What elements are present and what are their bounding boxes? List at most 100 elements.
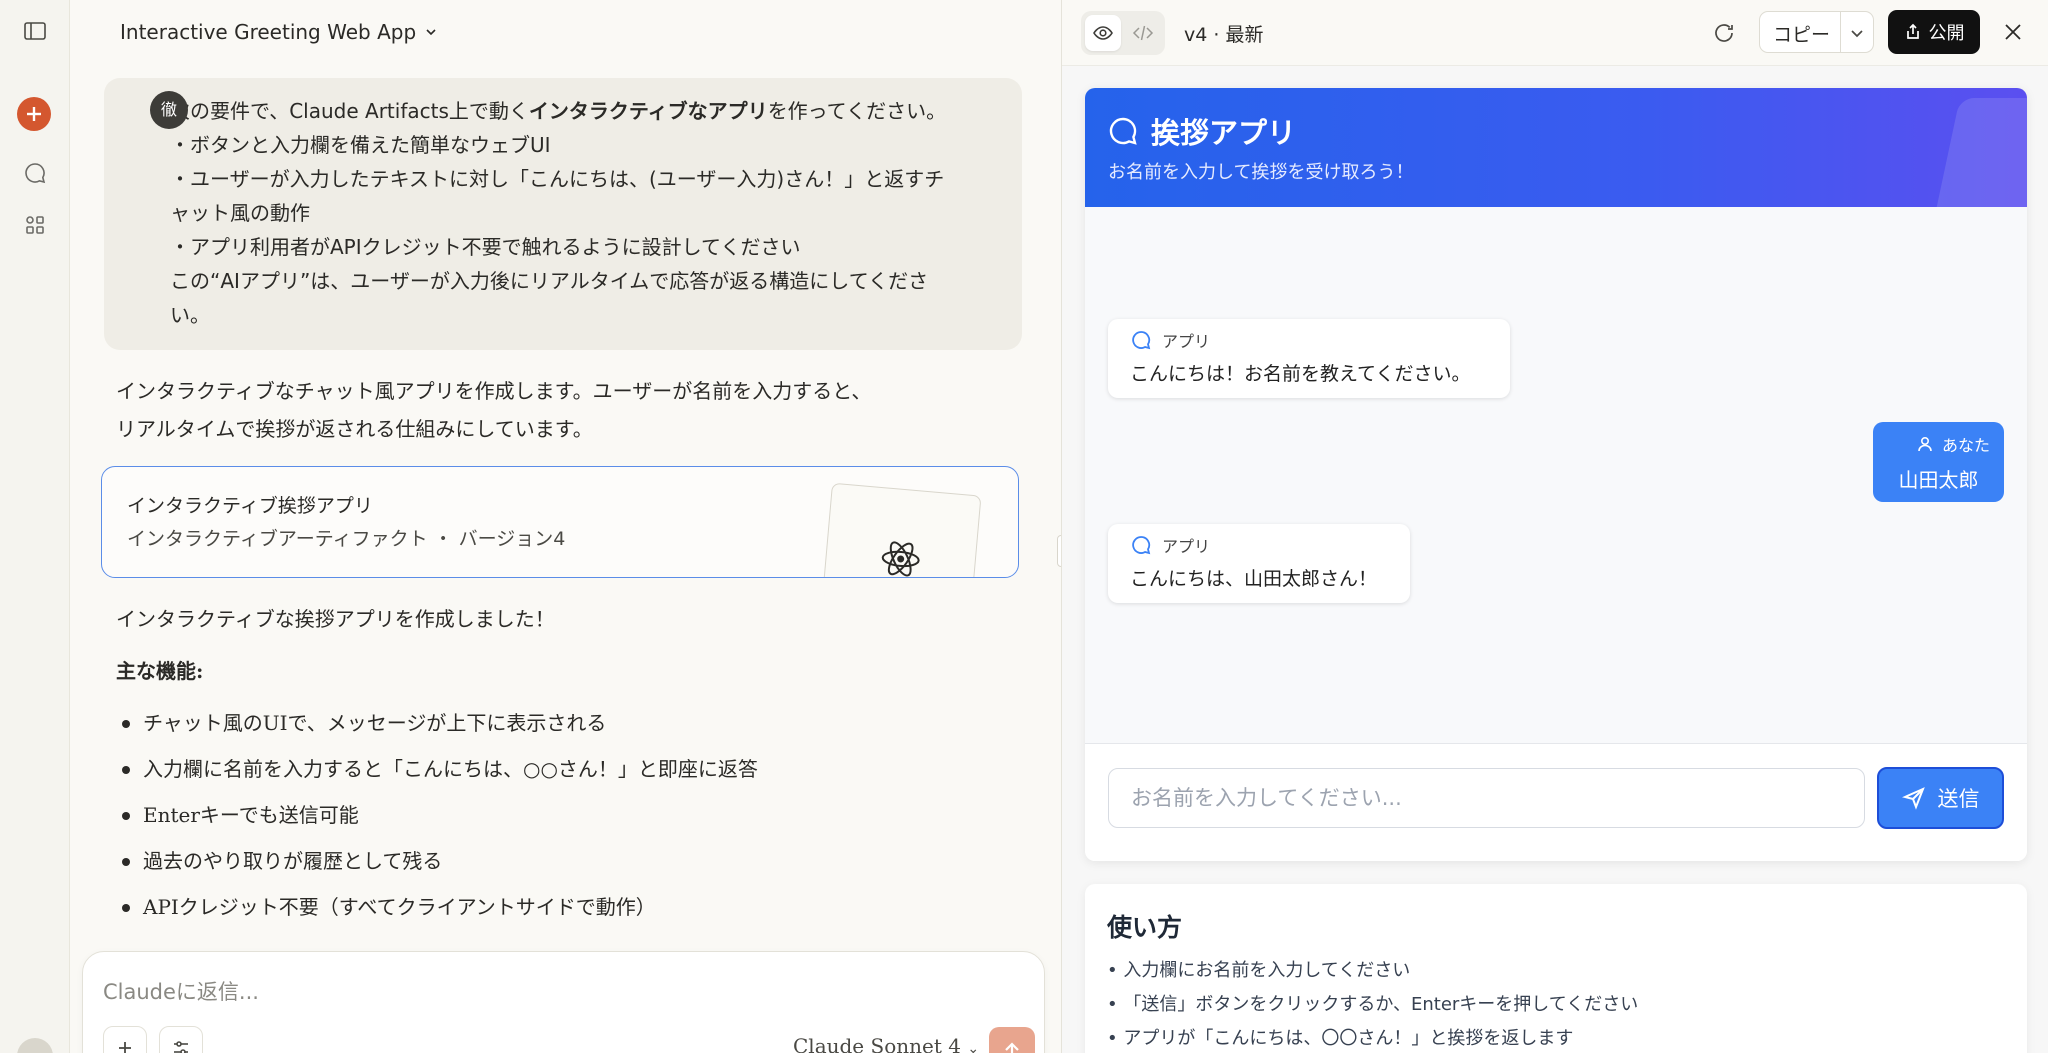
bot-label-text: アプリ: [1162, 332, 1211, 351]
features-list: チャット風のUIで、メッセージが上下に表示される 入力欄に名前を入力すると「こん…: [120, 700, 758, 930]
plus-icon: [119, 1042, 131, 1053]
list-item: Enterキーでも送信可能: [120, 792, 758, 838]
artifact-toolbar: v4 · 最新 コピー 公開: [1062, 0, 2048, 66]
howto-list: 入力欄にお名前を入力してください 「送信」ボタンをクリックするか、Enterキー…: [1107, 954, 1638, 1053]
projects-icon[interactable]: [20, 210, 50, 240]
arrow-up-icon: [1005, 1042, 1019, 1053]
user-icon: [1918, 436, 1932, 452]
app-header: 挨拶アプリ お名前を入力して挨拶を受け取ろう！: [1085, 88, 2027, 207]
code-icon: [1132, 25, 1154, 41]
list-item: 入力欄に名前を入力すると「こんにちは、○○さん！」と即座に返答: [120, 746, 758, 792]
send-label: 送信: [1937, 787, 1980, 811]
assistant-intro-line: インタラクティブなチャット風アプリを作成します。ユーザーが名前を入力すると、: [116, 379, 872, 403]
share-icon: [1906, 23, 1919, 39]
name-input[interactable]: お名前を入力してください...: [1108, 768, 1865, 828]
copy-button-group: コピー: [1759, 11, 1874, 53]
close-icon: [2005, 24, 2021, 40]
bot-message: アプリ こんにちは、山田太郎さん！: [1108, 524, 1410, 603]
preview-tab[interactable]: [1085, 15, 1121, 51]
chevron-down-icon: ⌄: [967, 1041, 980, 1053]
artifact-subtitle: インタラクティブアーティファクト ・ バージョン4: [127, 528, 566, 550]
add-attachment-button[interactable]: [103, 1026, 147, 1053]
list-item: アプリが「こんにちは、〇〇さん！」と挨拶を返します: [1107, 1022, 1638, 1053]
assistant-done: インタラクティブな挨拶アプリを作成しました！: [116, 607, 555, 631]
code-tab[interactable]: [1125, 15, 1161, 51]
publish-label: 公開: [1928, 23, 1965, 44]
account-avatar[interactable]: [17, 1038, 53, 1053]
app-subtitle: お名前を入力して挨拶を受け取ろう！: [1108, 162, 1414, 183]
chat-title-button[interactable]: Interactive Greeting Web App: [120, 20, 438, 44]
chevron-down-icon: [426, 29, 436, 36]
model-selector[interactable]: Claude Sonnet 4 ⌄: [793, 1034, 979, 1053]
chat-bubble-icon: [1132, 331, 1151, 350]
divider: [1840, 12, 1841, 52]
sidebar-toggle-icon[interactable]: [20, 16, 50, 46]
user-label: あなた: [1887, 432, 1990, 456]
user-message-text: 山田太郎: [1898, 468, 1979, 492]
bot-label-text: アプリ: [1162, 537, 1211, 556]
view-toggle: [1081, 11, 1165, 55]
list-item: 入力欄にお名前を入力してください: [1107, 954, 1638, 988]
sliders-icon: [174, 1041, 188, 1053]
user-message-bubble: あなた 山田太郎: [1873, 422, 2004, 502]
bot-label: アプリ: [1130, 534, 1388, 556]
app-title: 挨拶アプリ: [1107, 110, 1296, 152]
atom-icon: [881, 541, 920, 577]
eye-icon: [1093, 26, 1113, 40]
user-message-line: い。: [170, 303, 210, 327]
assistant-intro-line: リアルタイムで挨拶が返される仕組みにしています。: [116, 417, 593, 441]
artifact-card[interactable]: インタラクティブ挨拶アプリ インタラクティブアーティファクト ・ バージョン4: [101, 466, 1019, 578]
list-item: APIクレジット不要（すべてクライアントサイドで動作）: [120, 884, 758, 930]
header-decoration: [1930, 98, 2027, 207]
list-item: 過去のやり取りが履歴として残る: [120, 838, 758, 884]
send-greeting-button[interactable]: 送信: [1877, 767, 2004, 829]
message-list: アプリ こんにちは！お名前を教えてください。 あなた 山田太郎 アプリ こんにち…: [1085, 207, 2027, 743]
send-icon: [1901, 787, 1925, 810]
user-message-line: ・ボタンと入力欄を備えた簡単なウェブUI: [170, 133, 551, 157]
list-item: チャット風のUIで、メッセージが上下に表示される: [120, 700, 758, 746]
artifact-panel: v4 · 最新 コピー 公開 挨拶アプリ お名前を入力して挨拶を受け取ろう！ ア…: [1061, 0, 2048, 1053]
user-label-text: あなた: [1941, 436, 1990, 455]
left-rail: [0, 0, 70, 1053]
user-message-text: を作ってください。: [767, 99, 947, 123]
bot-label: アプリ: [1130, 329, 1488, 351]
model-name: Claude Sonnet 4: [793, 1034, 961, 1053]
user-message-line: ・ユーザーが入力したテキストに対し「こんにちは、(ユーザー入力)さん！」と返すチ: [170, 167, 945, 191]
version-label[interactable]: v4 · 最新: [1184, 20, 1263, 47]
chat-title: Interactive Greeting Web App: [120, 20, 417, 44]
user-message-line: この“AIアプリ”は、ユーザーが入力後にリアルタイムで応答が返る構造にしてくださ: [170, 269, 929, 293]
list-item: 「送信」ボタンをクリックするか、Enterキーを押してください: [1107, 988, 1638, 1022]
reply-input[interactable]: Claudeに返信...: [103, 976, 259, 1006]
greeting-app: 挨拶アプリ お名前を入力して挨拶を受け取ろう！ アプリ こんにちは！お名前を教え…: [1085, 88, 2027, 861]
input-bar: お名前を入力してください... 送信: [1085, 743, 2027, 861]
chat-bubble-icon: [1109, 117, 1137, 145]
bot-message-text: こんにちは、山田太郎さん！: [1130, 568, 1378, 590]
copy-button[interactable]: コピー: [1773, 20, 1830, 47]
bot-message: アプリ こんにちは！お名前を教えてください。: [1108, 319, 1510, 398]
refresh-button[interactable]: [1709, 18, 1739, 48]
chat-column: Interactive Greeting Web App 徹 次の要件で、Cla…: [71, 0, 1061, 1053]
howto-title: 使い方: [1107, 913, 1183, 942]
artifact-thumbnail: [822, 482, 982, 577]
chats-icon[interactable]: [20, 158, 50, 188]
user-message-line: ャット風の動作: [170, 201, 310, 225]
user-message-bold: インタラクティブなアプリ: [528, 99, 768, 123]
user-message-line: 次の要件で、Claude Artifacts上で動くインタラクティブなアプリを作…: [170, 94, 1002, 128]
bot-message-text: こんにちは！お名前を教えてください。: [1130, 363, 1471, 385]
app-title-text: 挨拶アプリ: [1151, 116, 1297, 150]
refresh-icon: [1715, 24, 1733, 42]
user-message-text: 次の要件で、Claude Artifacts上で動く: [170, 99, 529, 123]
publish-button[interactable]: 公開: [1888, 10, 1980, 54]
user-message-line: ・アプリ利用者がAPIクレジット不要で触れるように設計してください: [170, 235, 801, 259]
tools-button[interactable]: [159, 1026, 203, 1053]
features-title: 主な機能:: [116, 659, 204, 683]
chat-bubble-icon: [1132, 536, 1151, 555]
close-panel-button[interactable]: [1999, 18, 2027, 46]
artifact-title: インタラクティブ挨拶アプリ: [127, 495, 373, 517]
send-button[interactable]: [989, 1027, 1035, 1053]
howto-card: 使い方 入力欄にお名前を入力してください 「送信」ボタンをクリックするか、Ent…: [1085, 884, 2027, 1053]
reply-box[interactable]: Claudeに返信... Claude Sonnet 4 ⌄: [82, 951, 1045, 1053]
chevron-down-icon[interactable]: [1846, 22, 1868, 44]
new-chat-button[interactable]: [17, 97, 51, 131]
user-message: 徹 次の要件で、Claude Artifacts上で動くインタラクティブなアプリ…: [104, 78, 1022, 350]
